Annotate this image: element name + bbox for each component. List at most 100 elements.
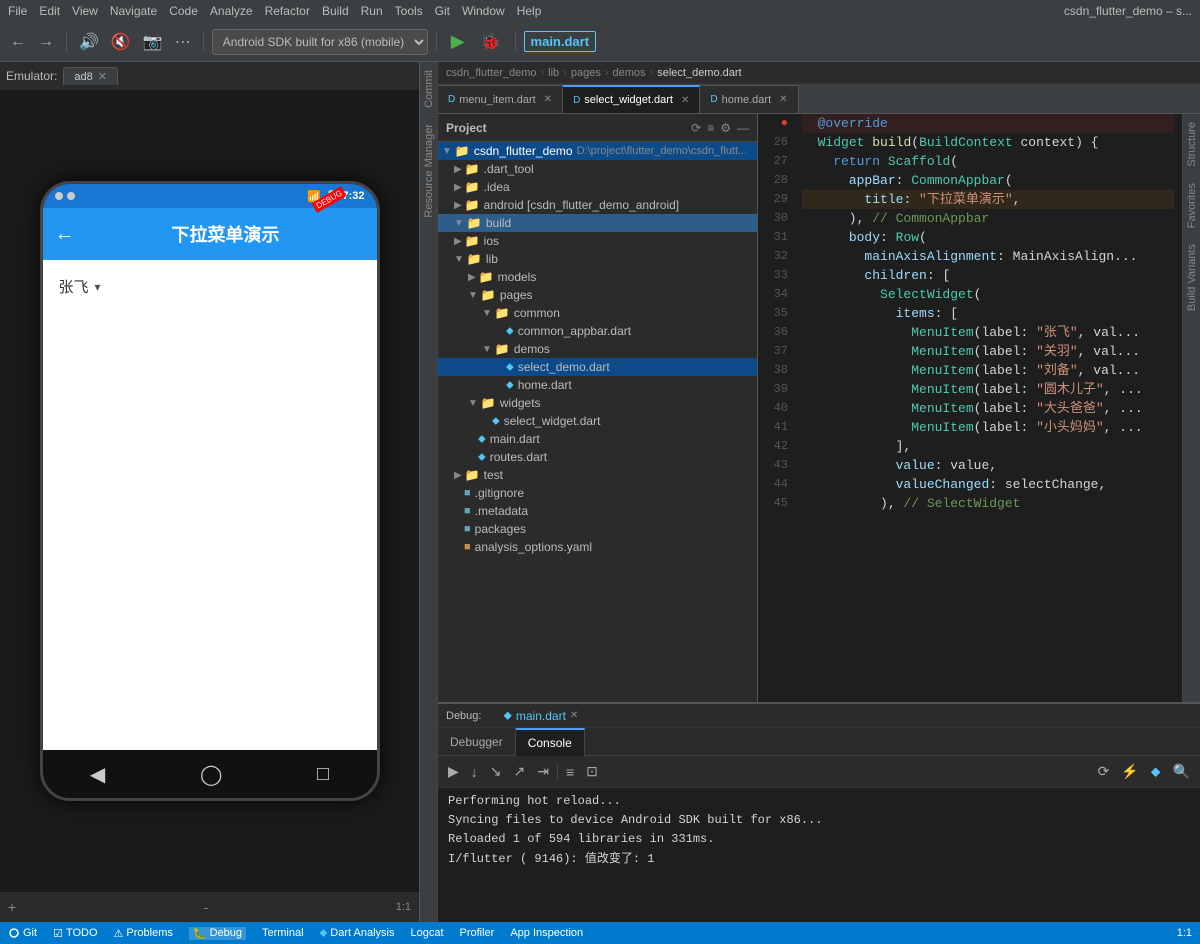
menu-help[interactable]: Help bbox=[517, 4, 542, 18]
tree-packages[interactable]: ■ packages bbox=[438, 520, 757, 538]
tree-common[interactable]: ▼ 📁 common bbox=[438, 304, 757, 322]
tree-android[interactable]: ▶ 📁 android [csdn_flutter_demo_android] bbox=[438, 196, 757, 214]
tree-main-dart[interactable]: ⬥ main.dart bbox=[438, 430, 757, 448]
tab-close-2[interactable]: ✕ bbox=[681, 95, 689, 106]
status-problems[interactable]: ⚠ Problems bbox=[114, 927, 173, 940]
tree-select-demo[interactable]: ⬥ select_demo.dart bbox=[438, 358, 757, 376]
menu-analyze[interactable]: Analyze bbox=[210, 4, 253, 18]
menu-code[interactable]: Code bbox=[169, 4, 198, 18]
tree-test[interactable]: ▶ 📁 test bbox=[438, 466, 757, 484]
tab-debugger[interactable]: Debugger bbox=[438, 728, 516, 756]
status-todo[interactable]: ☑ TODO bbox=[53, 927, 97, 940]
tree-idea[interactable]: ▶ 📁 .idea bbox=[438, 178, 757, 196]
status-debug[interactable]: 🐛 Debug bbox=[189, 927, 246, 940]
breadcrumb-lib[interactable]: lib bbox=[548, 67, 559, 79]
tree-metadata[interactable]: ■ .metadata bbox=[438, 502, 757, 520]
menu-run[interactable]: Run bbox=[361, 4, 383, 18]
status-git[interactable]: Git bbox=[8, 927, 37, 939]
breadcrumb-file[interactable]: select_demo.dart bbox=[657, 67, 741, 79]
tree-gear-btn[interactable]: ⚙ bbox=[720, 121, 731, 135]
debug-resume-btn[interactable]: ▶ bbox=[444, 761, 463, 782]
run-button[interactable]: ▶ bbox=[445, 29, 471, 54]
volume-button[interactable]: 🔊 bbox=[75, 30, 103, 54]
tab-console[interactable]: Console bbox=[516, 728, 585, 756]
menu-file[interactable]: File bbox=[8, 4, 27, 18]
back-button[interactable]: ← bbox=[6, 31, 30, 53]
build-variants-tab[interactable]: Build Variants bbox=[1184, 236, 1200, 319]
breadcrumb-pages[interactable]: pages bbox=[571, 67, 601, 79]
more-button[interactable]: ⋯ bbox=[171, 30, 195, 54]
camera-button[interactable]: 📷 bbox=[139, 30, 167, 54]
status-profiler[interactable]: Profiler bbox=[460, 927, 495, 939]
tab-home-dart[interactable]: D home.dart ✕ bbox=[700, 85, 798, 113]
menu-window[interactable]: Window bbox=[462, 4, 505, 18]
phone-back-arrow[interactable]: ← bbox=[55, 223, 75, 246]
debug-file-tab-close[interactable]: ✕ bbox=[570, 710, 578, 721]
flutter-main-label[interactable]: main.dart bbox=[524, 31, 597, 52]
debug-restart-btn[interactable]: ⟳ bbox=[1094, 761, 1114, 782]
debug-breakpoints-btn[interactable]: ⊡ bbox=[582, 761, 602, 782]
debug-hot-reload-btn[interactable]: ⚡ bbox=[1117, 761, 1142, 782]
tree-pages[interactable]: ▼ 📁 pages bbox=[438, 286, 757, 304]
debug-step-out-btn[interactable]: ↗ bbox=[510, 761, 530, 782]
tree-routes-dart[interactable]: ⬥ routes.dart bbox=[438, 448, 757, 466]
commit-tab[interactable]: Commit bbox=[421, 62, 437, 116]
debug-evaluate-btn[interactable]: ≡ bbox=[562, 762, 578, 782]
debug-file-tab-main[interactable]: ⬥ main.dart ✕ bbox=[493, 708, 588, 723]
resource-manager-tab[interactable]: Resource Manager bbox=[421, 116, 437, 226]
tab-menu-item-dart[interactable]: D menu_item.dart ✕ bbox=[438, 85, 563, 113]
tree-root[interactable]: ▼ 📁 csdn_flutter_demo D:\project\flutter… bbox=[438, 142, 757, 160]
tree-analysis-options[interactable]: ■ analysis_options.yaml bbox=[438, 538, 757, 556]
menu-git[interactable]: Git bbox=[435, 4, 450, 18]
tree-gitignore[interactable]: ■ .gitignore bbox=[438, 484, 757, 502]
debug-step-over-btn[interactable]: ↓ bbox=[467, 762, 482, 782]
tree-close-btn[interactable]: — bbox=[737, 121, 749, 135]
tree-build[interactable]: ▼ 📁 build bbox=[438, 214, 757, 232]
forward-button[interactable]: → bbox=[34, 31, 58, 53]
device-selector[interactable]: Android SDK built for x86 (mobile) bbox=[212, 29, 428, 55]
tree-common-appbar[interactable]: ⬥ common_appbar.dart bbox=[438, 322, 757, 340]
menu-build[interactable]: Build bbox=[322, 4, 349, 18]
emulator-tab-close[interactable]: ✕ bbox=[98, 71, 107, 83]
tree-collapse-btn[interactable]: ≡ bbox=[707, 121, 714, 135]
tree-ios[interactable]: ▶ 📁 ios bbox=[438, 232, 757, 250]
mute-button[interactable]: 🔇 bbox=[107, 30, 135, 54]
emulator-tab[interactable]: ad8 ✕ bbox=[63, 67, 118, 85]
tree-demos[interactable]: ▼ 📁 demos bbox=[438, 340, 757, 358]
nav-back-btn[interactable]: ◀ bbox=[90, 762, 105, 787]
debug-button[interactable]: 🐞 bbox=[475, 30, 507, 54]
menu-refactor[interactable]: Refactor bbox=[265, 4, 310, 18]
nav-home-btn[interactable]: ◯ bbox=[200, 762, 222, 787]
tree-lib[interactable]: ▼ 📁 lib bbox=[438, 250, 757, 268]
nav-recent-btn[interactable]: □ bbox=[317, 763, 329, 786]
debug-flutter-btn[interactable]: ⬥ bbox=[1147, 761, 1165, 782]
tab-close-3[interactable]: ✕ bbox=[779, 94, 787, 105]
emulator-settings-btn[interactable]: - bbox=[204, 899, 209, 915]
status-line-col[interactable]: 1:1 bbox=[1177, 927, 1192, 939]
tree-sync-btn[interactable]: ⟳ bbox=[691, 121, 701, 135]
structure-tab[interactable]: Structure bbox=[1184, 114, 1200, 175]
menu-view[interactable]: View bbox=[72, 4, 98, 18]
menu-tools[interactable]: Tools bbox=[395, 4, 423, 18]
menu-navigate[interactable]: Navigate bbox=[110, 4, 157, 18]
tree-home-dart[interactable]: ⬥ home.dart bbox=[438, 376, 757, 394]
debug-step-into-btn[interactable]: ↘ bbox=[486, 761, 506, 782]
favorites-tab[interactable]: Favorites bbox=[1184, 175, 1200, 236]
debug-settings-btn[interactable]: 🔍 bbox=[1169, 761, 1194, 782]
status-terminal[interactable]: Terminal bbox=[262, 927, 304, 939]
debug-run-to-cursor-btn[interactable]: ⇥ bbox=[533, 761, 553, 782]
tree-models[interactable]: ▶ 📁 models bbox=[438, 268, 757, 286]
menu-edit[interactable]: Edit bbox=[39, 4, 60, 18]
dropdown-row[interactable]: 张飞 ▾ bbox=[59, 276, 361, 297]
breadcrumb-demos[interactable]: demos bbox=[613, 67, 646, 79]
emulator-add-btn[interactable]: + bbox=[8, 899, 16, 915]
tree-select-widget[interactable]: ⬥ select_widget.dart bbox=[438, 412, 757, 430]
tab-select-widget-dart[interactable]: D select_widget.dart ✕ bbox=[563, 85, 700, 113]
tab-close-1[interactable]: ✕ bbox=[544, 94, 552, 105]
tree-widgets[interactable]: ▼ 📁 widgets bbox=[438, 394, 757, 412]
status-logcat[interactable]: Logcat bbox=[410, 927, 443, 939]
breadcrumb-root[interactable]: csdn_flutter_demo bbox=[446, 67, 537, 79]
status-app-inspection[interactable]: App Inspection bbox=[510, 927, 583, 939]
status-dart-analysis[interactable]: ⬥ Dart Analysis bbox=[320, 927, 395, 940]
code-area[interactable]: ● 26 27 28 29 30 31 32 33 34 35 36 bbox=[758, 114, 1182, 702]
